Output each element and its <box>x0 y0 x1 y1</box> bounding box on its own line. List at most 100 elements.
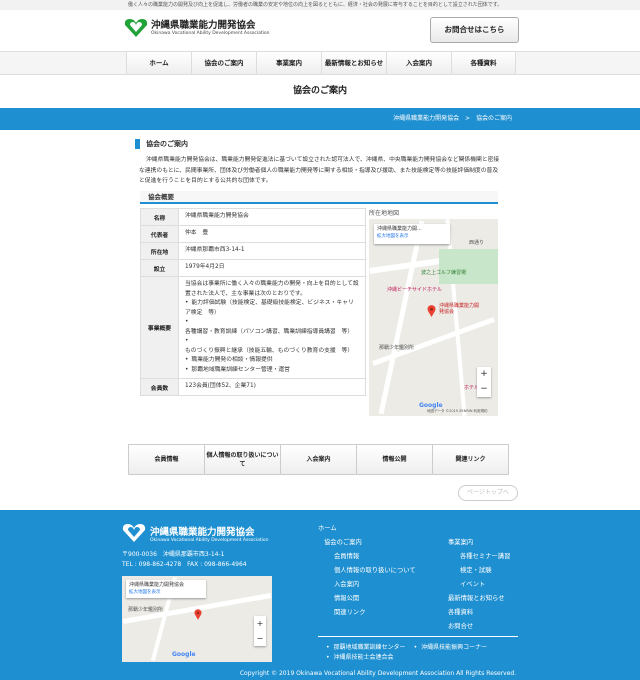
established-label: 設立 <box>140 259 179 277</box>
zoom-in-button[interactable]: + <box>254 616 266 631</box>
footer-link-training-center[interactable]: 那覇地域職業訓練センター <box>326 643 406 653</box>
breadcrumb-separator: > <box>465 115 471 122</box>
map-golf-label: 波之上ゴルフ練習場 <box>421 270 467 276</box>
map-pin-icon[interactable] <box>427 305 436 317</box>
list-item: 各種講習・教育訓練（パソコン講習、職業訓練指導員講習 等） <box>185 318 359 337</box>
summary-table: 名称 沖縄県職業能力開発協会 代表者 仲本 豊 所在地 沖縄県那覇市西3-14-… <box>140 208 366 396</box>
list-item: 能力評価試験（技能検定、基礎級技能検定、ビジネス・キャリア検定 等） <box>185 299 359 318</box>
footer-map-zoom-control[interactable]: + − <box>254 616 266 646</box>
table-row: 名称 沖縄県職業能力開発協会 <box>140 208 366 226</box>
footer-link-skills-corner[interactable]: 沖縄県技能振興コーナー <box>414 643 487 653</box>
site-logo[interactable]: 沖縄県職業能力開発協会 Okinawa Vocational Ability D… <box>124 18 270 38</box>
footer-link-disclosure[interactable]: 情報公開 <box>318 592 468 606</box>
footer-map-place: 沖縄県職業能力開発協会 <box>129 582 185 588</box>
list-item: 職業能力開発の相談・情報提供 <box>185 356 359 366</box>
header-tagline: 働く人々の職業能力の開発及び向上を促進し、労働者の職業の安定や地位の向上を図ると… <box>0 0 640 10</box>
section-heading: 協会のご案内 <box>135 139 512 149</box>
breadcrumb: 沖縄県職業能力開発協会 > 協会のご案内 <box>0 108 640 130</box>
google-logo: Google <box>419 402 443 409</box>
rep-label: 代表者 <box>140 225 179 243</box>
name-label: 名称 <box>140 208 179 226</box>
map-pin-label: 沖縄県職業能力開発協会 <box>439 303 480 315</box>
footer-related-links: 那覇地域職業訓練センター 沖縄県技能振興コーナー 沖縄県技能士会連合会 <box>326 643 495 663</box>
member-info-button[interactable]: 会員情報 <box>128 444 205 475</box>
footer-link-home[interactable]: ホーム <box>318 522 468 536</box>
map-place-name: 沖縄県職業能力開... <box>377 226 422 232</box>
zoom-out-button[interactable]: − <box>477 382 491 397</box>
footer-link-news[interactable]: 最新情報とお知らせ <box>448 592 548 606</box>
footer-map-label: 那覇少年鑑別所 <box>128 607 164 613</box>
footer-map[interactable]: 沖縄県職業能力開発協会 拡大地図を表示 那覇少年鑑別所 + − Google <box>122 576 272 662</box>
footer-map-info-card: 沖縄県職業能力開発協会 拡大地図を表示 <box>126 580 206 598</box>
summary-heading: 協会概要 <box>140 191 498 204</box>
nav-item-business[interactable]: 事業案内 <box>256 52 321 74</box>
list-item: 那覇地域職業訓練センター管理・運営 <box>185 366 359 376</box>
main-content: 協会のご案内 沖縄県職業能力開発協会は、職業能力開発促進法に基づいて設立された認… <box>128 128 512 428</box>
zoom-out-button[interactable]: − <box>254 631 266 646</box>
footer-link-seminars[interactable]: 各種セミナー講習 <box>448 550 548 564</box>
nav-item-about[interactable]: 協会のご案内 <box>191 52 256 74</box>
footer-link-contact[interactable]: お問合せ <box>448 620 548 634</box>
logo-subtitle: Okinawa Vocational Ability Development A… <box>151 31 270 36</box>
nav-item-news[interactable]: 最新情報とお知らせ <box>321 52 386 74</box>
nav-item-membership[interactable]: 入会案内 <box>386 52 451 74</box>
footer-link-skills-federation[interactable]: 沖縄県技能士会連合会 <box>326 653 394 663</box>
table-row: 所在地 沖縄県那覇市西3-14-1 <box>140 242 366 260</box>
page-title: 協会のご案内 <box>292 86 347 96</box>
footer-link-about[interactable]: 協会のご案内 <box>318 536 468 550</box>
list-item: ものづくり振興と継承（技能五輪、ものづくり教育の支援 等） <box>185 337 359 356</box>
name-value: 沖縄県職業能力開発協会 <box>178 208 366 226</box>
map-zoom-control[interactable]: + − <box>477 367 491 397</box>
business-list: 能力評価試験（技能検定、基礎級技能検定、ビジネス・キャリア検定 等） 各種講習・… <box>185 299 359 375</box>
nav-item-documents[interactable]: 各種資料 <box>451 52 516 74</box>
zoom-in-button[interactable]: + <box>477 367 491 382</box>
footer-contact: TEL : 098-862-4278 FAX : 098-866-4964 <box>122 561 247 568</box>
map-pin-icon[interactable] <box>194 609 202 620</box>
footer-postal: 〒900-0036 沖縄県那覇市西3-14-1 <box>122 551 225 558</box>
footer-link-related[interactable]: 関連リンク <box>318 606 468 620</box>
footer-link-exams[interactable]: 検定・試験 <box>448 564 548 578</box>
footer-link-business[interactable]: 事業案内 <box>448 536 548 550</box>
location-map[interactable]: 西通り 沖縄ビーチサイドホテル 波之上ゴルフ練習場 那覇少年鑑別所 ホテル 沖縄… <box>369 219 498 416</box>
footer-link-privacy[interactable]: 個人情報の取り扱いについて <box>318 564 468 578</box>
global-nav: ホーム 協会のご案内 事業案内 最新情報とお知らせ 入会案内 各種資料 <box>0 51 640 75</box>
map-label: 所在地地図 <box>369 210 400 217</box>
footer-link-documents[interactable]: 各種資料 <box>448 606 548 620</box>
site-footer: 沖縄県職業能力開発協会 Okinawa Vocational Ability D… <box>0 510 640 680</box>
related-links-button[interactable]: 関連リンク <box>432 444 509 475</box>
footer-link-member-info[interactable]: 会員情報 <box>318 550 468 564</box>
address-label: 所在地 <box>140 242 179 260</box>
established-value: 1979年4月2日 <box>178 259 366 277</box>
site-header: 沖縄県職業能力開発協会 Okinawa Vocational Ability D… <box>0 10 640 48</box>
map-enlarge-link[interactable]: 拡大地図を表示 <box>377 233 447 240</box>
map-facility-label: 那覇少年鑑別所 <box>379 345 415 351</box>
footer-divider <box>318 636 518 637</box>
footer-link-membership[interactable]: 入会案内 <box>318 578 468 592</box>
contact-button[interactable]: お問合せはこちら <box>430 17 519 43</box>
business-label: 事業概要 <box>140 276 179 379</box>
address-value: 沖縄県那覇市西3-14-1 <box>178 242 366 260</box>
page-top-button[interactable]: ページトップへ <box>458 485 518 501</box>
map-hotel-label: 沖縄ビーチサイドホテル <box>387 287 443 293</box>
heart-hands-logo-icon <box>124 19 148 37</box>
disclosure-button[interactable]: 情報公開 <box>356 444 433 475</box>
footer-logo-subtitle: Okinawa Vocational Ability Development A… <box>150 537 269 543</box>
membership-button[interactable]: 入会案内 <box>280 444 357 475</box>
bottom-link-bar: 会員情報 個人情報の取り扱いについて 入会案内 情報公開 関連リンク <box>128 444 509 475</box>
breadcrumb-home-link[interactable]: 沖縄県職業能力開発協会 <box>393 115 459 122</box>
table-row: 代表者 仲本 豊 <box>140 225 366 243</box>
rep-value: 仲本 豊 <box>178 225 366 243</box>
nav-gutter-right <box>516 52 640 74</box>
map-credits: 地図データ ©2019 ZENRIN 利用規約 <box>427 409 488 413</box>
footer-link-events[interactable]: イベント <box>448 578 548 592</box>
nav-item-home[interactable]: ホーム <box>126 52 191 74</box>
footer-logo[interactable]: 沖縄県職業能力開発協会 Okinawa Vocational Ability D… <box>122 523 269 543</box>
footer-address: 〒900-0036 沖縄県那覇市西3-14-1 TEL : 098-862-42… <box>122 550 247 570</box>
table-row: 設立 1979年4月2日 <box>140 259 366 277</box>
copyright: Copyright © 2019 Okinawa Vocational Abil… <box>239 670 517 677</box>
map-road-label: 西通り <box>469 240 485 246</box>
business-intro: 当協会は事業所に働く人々の職業能力の開発・向上を目的として設置された法人で、主な… <box>185 281 359 297</box>
footer-map-enlarge-link[interactable]: 拡大地図を表示 <box>129 589 203 596</box>
heart-hands-logo-icon <box>122 524 146 542</box>
privacy-button[interactable]: 個人情報の取り扱いについて <box>204 444 281 475</box>
